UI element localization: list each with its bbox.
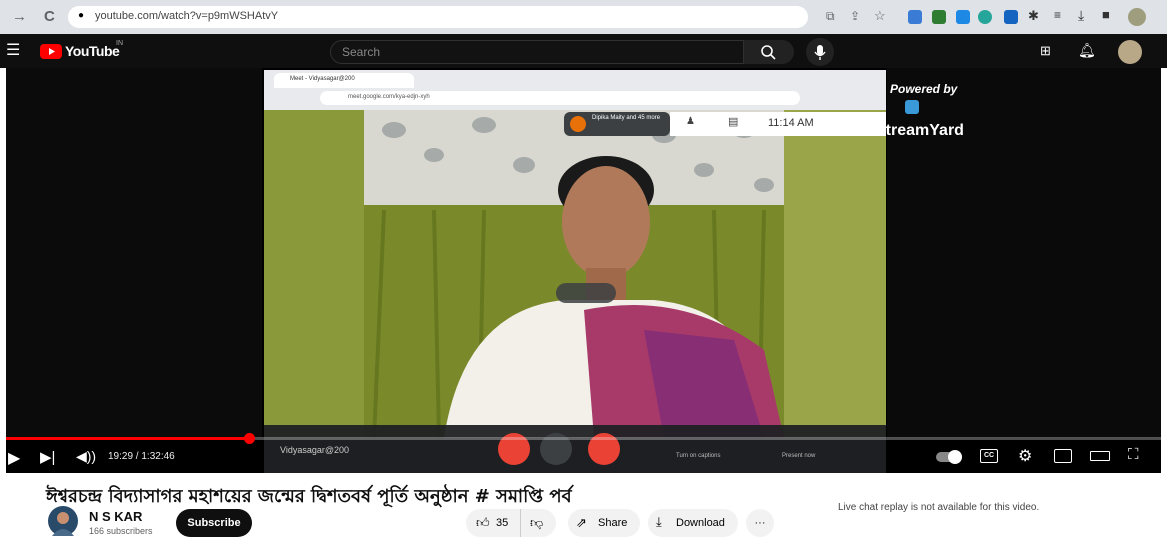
profile-avatar[interactable]: [1128, 8, 1146, 26]
extension-icon[interactable]: [956, 10, 970, 24]
streamyard-name: StreamYard: [875, 122, 964, 139]
thumbs-down-icon[interactable]: 👎︎: [530, 515, 543, 531]
like-count[interactable]: 35: [496, 517, 508, 529]
account-avatar[interactable]: [1118, 40, 1142, 64]
reading-list-icon[interactable]: ≡: [1054, 8, 1061, 22]
mic-icon: [814, 45, 826, 60]
pin-icon[interactable]: ✱: [1028, 8, 1039, 24]
search-placeholder: Search: [342, 45, 381, 59]
captions-label: Turn on captions: [676, 453, 721, 459]
youtube-logo-text[interactable]: YouTube: [65, 43, 120, 59]
meet-tab-title: Meet - Vidyasagar@200: [290, 76, 355, 82]
extension-icon[interactable]: [1004, 10, 1018, 24]
url-text: youtube.com/watch?v=p9mWSHAtvY: [95, 10, 279, 22]
theater-mode-icon[interactable]: [1090, 451, 1110, 461]
tile-hover-controls: [556, 283, 616, 303]
meet-clock: 11:14 AM: [768, 117, 814, 129]
share-icon: ⇗: [576, 515, 587, 530]
extension-icon[interactable]: [978, 10, 992, 24]
more-actions-button[interactable]: ···: [746, 509, 774, 537]
next-video-icon[interactable]: ▶|: [40, 448, 55, 466]
thumbs-up-icon[interactable]: 👍︎: [476, 515, 490, 531]
participant-avatar: [570, 116, 586, 132]
bookmark-star-icon[interactable]: ☆: [874, 8, 886, 24]
search-button[interactable]: [744, 40, 794, 64]
present-label: Present now: [782, 453, 816, 459]
download-arrow-icon: ⤓: [656, 514, 662, 529]
fullscreen-icon[interactable]: ⛶: [1128, 446, 1139, 463]
chat-icon: ▤: [728, 116, 739, 128]
subtitles-icon[interactable]: CC: [980, 449, 998, 463]
translate-icon[interactable]: ⧉: [826, 9, 835, 24]
download-icon[interactable]: ⤓: [1078, 7, 1084, 24]
search-icon: [761, 45, 776, 60]
time-display: 19:29 / 1:32:46: [108, 451, 175, 462]
lock-icon: ●: [78, 10, 85, 21]
share-label: Share: [598, 517, 628, 529]
download-label: Download: [676, 517, 725, 529]
player-letterbox-left: [6, 68, 262, 438]
share-page-icon[interactable]: ⇪: [850, 9, 860, 23]
participant-badge-text: Dipika Maity and 45 more: [592, 115, 661, 121]
meet-control-bar: [264, 425, 886, 473]
subscribe-button[interactable]: Subscribe: [176, 509, 252, 537]
search-input[interactable]: [330, 40, 744, 64]
meeting-name: Vidyasagar@200: [280, 445, 350, 455]
subscriber-count: 166 subscribers: [89, 526, 153, 536]
notifications-bell-icon[interactable]: 🔔︎: [1078, 42, 1096, 59]
meet-url: meet.google.com/kya-edjn-xyh: [348, 94, 430, 100]
scrubber-handle[interactable]: [244, 433, 255, 444]
people-icon: ♟: [686, 116, 695, 127]
forward-icon[interactable]: →: [12, 0, 27, 34]
video-frame: [264, 110, 886, 438]
menu-icon[interactable]: ☰: [6, 40, 20, 60]
chat-replay-notice: Live chat replay is not available for th…: [838, 502, 1040, 513]
tab-search-icon[interactable]: ■: [1102, 7, 1110, 22]
extension-icon[interactable]: [932, 10, 946, 24]
settings-gear-icon[interactable]: ⚙: [1018, 446, 1032, 466]
extension-icon[interactable]: [908, 10, 922, 24]
reload-icon[interactable]: C: [44, 0, 55, 34]
create-icon[interactable]: ⊞: [1040, 43, 1051, 59]
voice-search-button[interactable]: [806, 38, 834, 66]
play-icon[interactable]: ▶: [8, 448, 20, 468]
channel-avatar[interactable]: [48, 506, 78, 536]
divider: [520, 509, 521, 537]
streamyard-logo-icon: [905, 100, 919, 114]
miniplayer-icon[interactable]: [1054, 449, 1072, 463]
youtube-logo-icon[interactable]: [40, 44, 62, 59]
channel-name[interactable]: N S KAR: [89, 509, 142, 524]
volume-icon[interactable]: ◀)): [76, 448, 96, 465]
country-code: IN: [116, 40, 123, 47]
progress-fill: [6, 437, 249, 440]
autoplay-toggle[interactable]: [936, 450, 962, 464]
powered-by-label: Powered by: [890, 82, 958, 96]
